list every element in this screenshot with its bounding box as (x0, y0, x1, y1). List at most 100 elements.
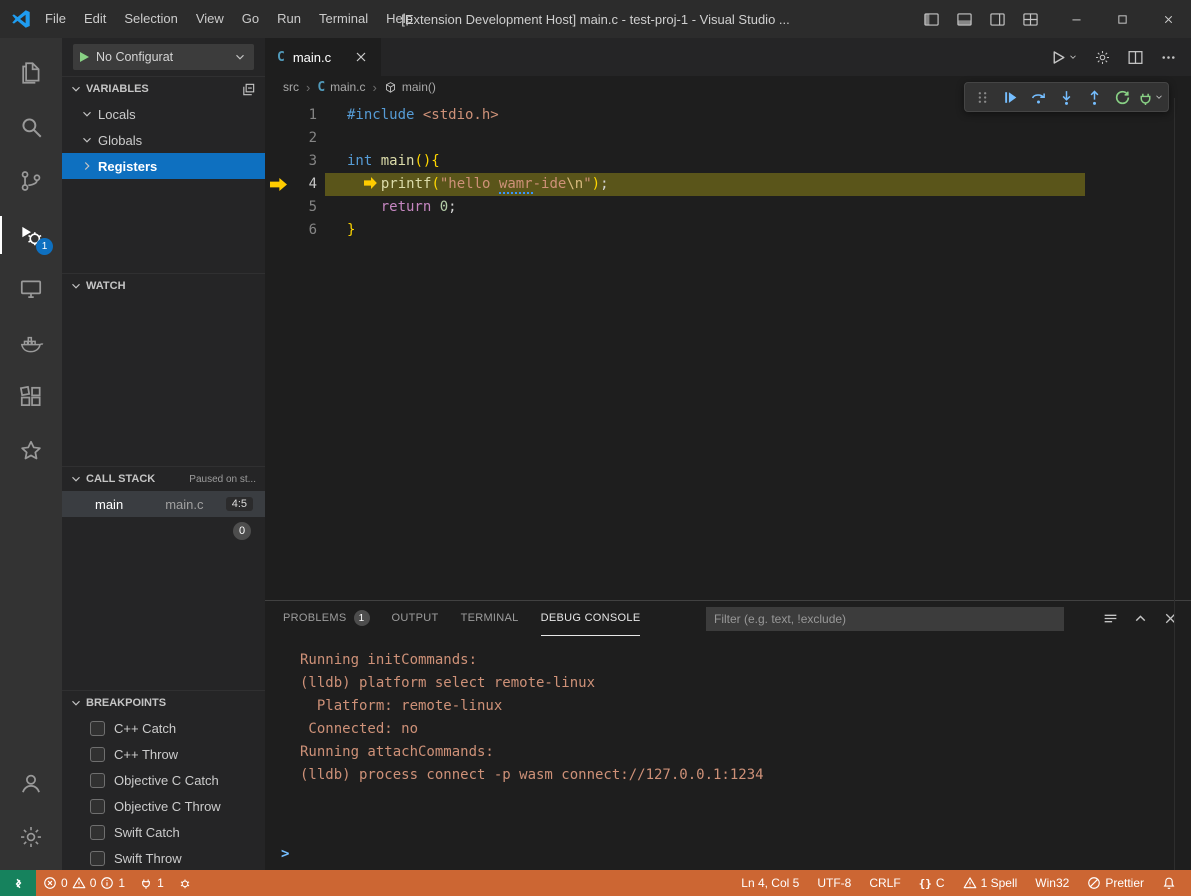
activity-docker[interactable] (0, 316, 62, 370)
tab-main-c[interactable]: C main.c (265, 38, 381, 76)
debug-filter-input[interactable] (706, 607, 1064, 631)
panel-tab-problems[interactable]: PROBLEMS1 (283, 601, 370, 636)
variables-item-locals[interactable]: Locals (62, 101, 265, 127)
variables-header[interactable]: VARIABLES (62, 77, 265, 101)
variables-item-registers[interactable]: Registers (62, 153, 265, 179)
breakpoint-c++-throw[interactable]: C++ Throw (62, 741, 265, 767)
formatter-status[interactable]: Prettier (1078, 870, 1153, 896)
menu-selection[interactable]: Selection (115, 0, 186, 38)
menu-go[interactable]: Go (233, 0, 268, 38)
panel-tab-terminal[interactable]: TERMINAL (461, 601, 519, 636)
line-number[interactable]: 6 (265, 219, 317, 242)
spell-status[interactable]: 1 Spell (954, 870, 1027, 896)
eol-status[interactable]: CRLF (860, 870, 909, 896)
menu-file[interactable]: File (36, 0, 75, 38)
breakpoints-header[interactable]: BREAKPOINTS (62, 691, 265, 715)
minimize-button[interactable] (1053, 0, 1099, 38)
breadcrumb-item-src[interactable]: src (283, 80, 299, 94)
maximize-button[interactable] (1099, 0, 1145, 38)
toggle-primary-sidebar-icon[interactable] (923, 11, 940, 28)
code-editor[interactable]: 1#include <stdio.h>23int main(){4 printf… (265, 98, 1191, 600)
breakpoint-checkbox[interactable] (90, 773, 105, 788)
line-number[interactable]: 5 (265, 196, 317, 219)
close-button[interactable] (1145, 0, 1191, 38)
watch-header[interactable]: WATCH (62, 274, 265, 298)
breakpoint-checkbox[interactable] (90, 851, 105, 866)
breakpoint-checkbox[interactable] (90, 799, 105, 814)
code-line-4[interactable]: 4 printf("hello wamr-ide\n"); (265, 173, 1191, 196)
step-out-button[interactable] (1081, 84, 1107, 110)
line-number[interactable]: 2 (265, 127, 317, 150)
toggle-panel-icon[interactable] (956, 11, 973, 28)
breakpoint-checkbox[interactable] (90, 747, 105, 762)
notifications-status[interactable] (1153, 870, 1185, 896)
scrollbar-gutter[interactable] (1174, 98, 1175, 870)
console-prompt[interactable]: > (281, 846, 289, 862)
breakpoint-c++-catch[interactable]: C++ Catch (62, 715, 265, 741)
debug-config-dropdown[interactable]: No Configurat (73, 44, 254, 70)
variables-item-globals[interactable]: Globals (62, 127, 265, 153)
breadcrumb-item-main-[interactable]: main() (384, 80, 436, 94)
line-number[interactable]: 1 (265, 104, 317, 127)
activity-files[interactable] (0, 46, 62, 100)
breakpoint-label: C++ Catch (114, 721, 176, 736)
code-line-2[interactable]: 2 (265, 127, 1191, 150)
breakpoint-swift-catch[interactable]: Swift Catch (62, 819, 265, 845)
code-line-6[interactable]: 6} (265, 219, 1191, 242)
disconnect-button[interactable] (1137, 84, 1164, 110)
stack-frame-row[interactable]: main main.c 4:5 (62, 491, 265, 517)
breakpoint-objective-c-throw[interactable]: Objective C Throw (62, 793, 265, 819)
menu-terminal[interactable]: Terminal (310, 0, 377, 38)
platform-status[interactable]: Win32 (1026, 870, 1078, 896)
activity-debug[interactable]: 1 (0, 208, 62, 262)
maximize-panel-icon[interactable] (1132, 610, 1149, 627)
activity-remote[interactable] (0, 262, 62, 316)
activity-source-control[interactable] (0, 154, 62, 208)
code-line-3[interactable]: 3int main(){ (265, 150, 1191, 173)
breadcrumb-item-main-c[interactable]: Cmain.c (317, 80, 365, 95)
run-button[interactable] (1050, 49, 1078, 66)
problems-status[interactable]: 0 0 1 (36, 870, 132, 896)
call-stack-header[interactable]: CALL STACK Paused on st... (62, 467, 265, 491)
line-number[interactable]: 3 (265, 150, 317, 173)
step-over-button[interactable] (1025, 84, 1051, 110)
customize-layout-icon[interactable] (1022, 11, 1039, 28)
start-debug-icon[interactable] (80, 52, 89, 62)
activity-search[interactable] (0, 100, 62, 154)
debug-console[interactable]: > Running initCommands:(lldb) platform s… (265, 636, 1191, 870)
activity-star[interactable] (0, 424, 62, 478)
ports-status[interactable]: 1 (132, 870, 171, 896)
toggle-secondary-sidebar-icon[interactable] (989, 11, 1006, 28)
activity-gear[interactable] (0, 810, 62, 864)
split-editor-button[interactable] (1127, 49, 1144, 66)
close-panel-icon[interactable] (1162, 610, 1179, 627)
cursor-position[interactable]: Ln 4, Col 5 (732, 870, 808, 896)
collapse-all-icon[interactable] (241, 82, 256, 97)
menu-run[interactable]: Run (268, 0, 310, 38)
activity-extensions[interactable] (0, 370, 62, 424)
gear-button[interactable] (1094, 49, 1111, 66)
language-status[interactable]: {} C (910, 870, 954, 896)
menu-edit[interactable]: Edit (75, 0, 115, 38)
line-number[interactable]: 4 (265, 173, 317, 196)
panel-tab-debug-console[interactable]: DEBUG CONSOLE (541, 601, 641, 636)
more-button[interactable] (1160, 49, 1177, 66)
continue-button[interactable] (997, 84, 1023, 110)
debug-status[interactable] (171, 870, 199, 896)
console-lines-icon[interactable] (1102, 610, 1119, 627)
breakpoint-objective-c-catch[interactable]: Objective C Catch (62, 767, 265, 793)
encoding-status[interactable]: UTF-8 (808, 870, 860, 896)
activity-account[interactable] (0, 756, 62, 810)
breakpoint-swift-throw[interactable]: Swift Throw (62, 845, 265, 870)
panel-tab-output[interactable]: OUTPUT (392, 601, 439, 636)
code-text: printf("hello wamr-ide\n"); (347, 173, 609, 196)
breakpoint-checkbox[interactable] (90, 721, 105, 736)
restart-button[interactable] (1109, 84, 1135, 110)
step-into-button[interactable] (1053, 84, 1079, 110)
remote-indicator[interactable] (0, 870, 36, 896)
drag-handle-button[interactable] (969, 84, 995, 110)
close-tab-icon[interactable] (353, 49, 369, 65)
menu-view[interactable]: View (187, 0, 233, 38)
breakpoint-checkbox[interactable] (90, 825, 105, 840)
code-line-5[interactable]: 5 return 0; (265, 196, 1191, 219)
